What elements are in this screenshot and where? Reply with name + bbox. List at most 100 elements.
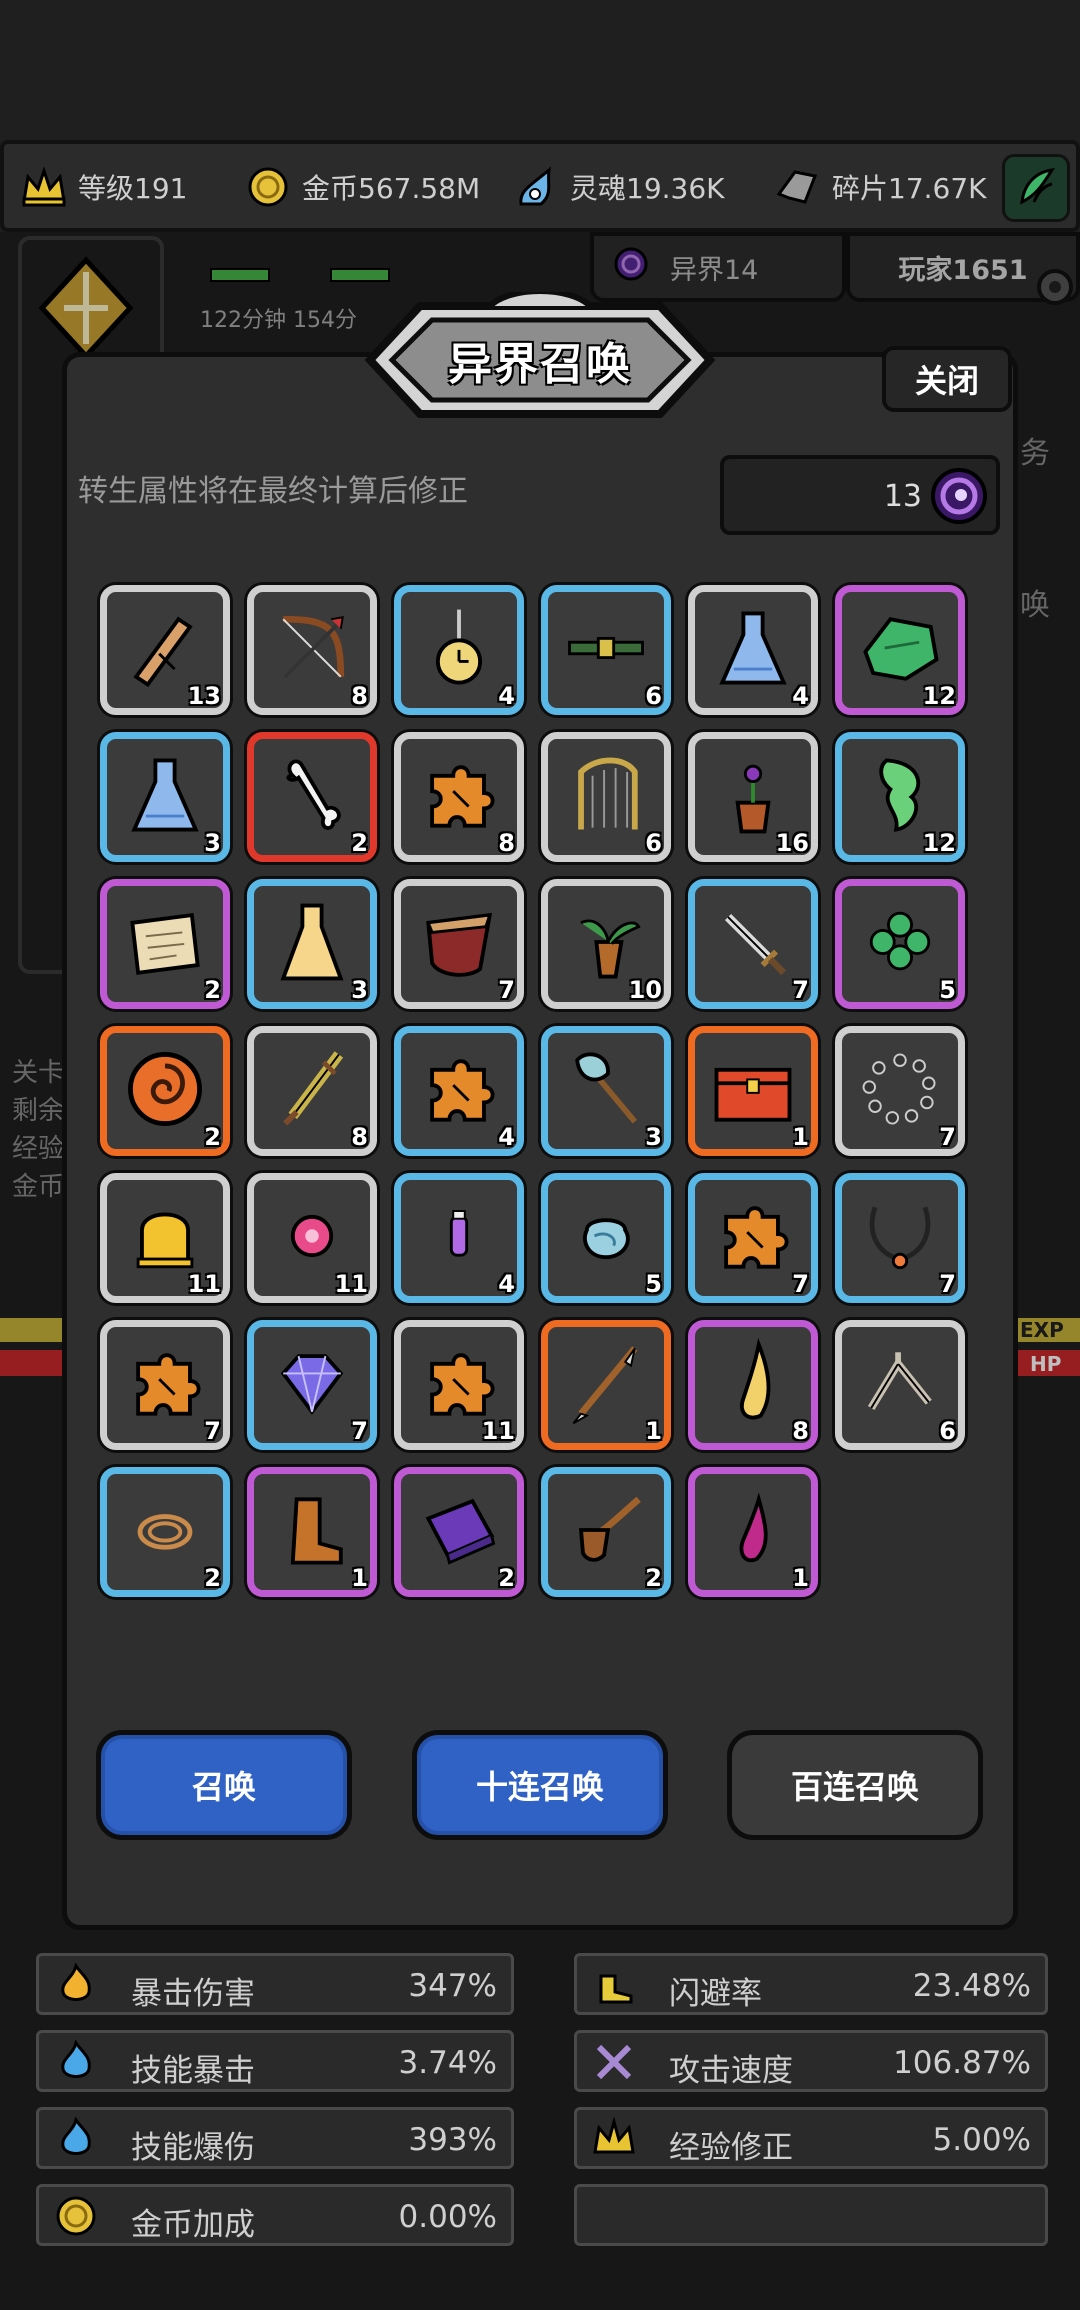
item-count: 10 [628, 976, 662, 1004]
stat-value: 347% [408, 1968, 497, 2004]
stat-value: 393% [408, 2122, 497, 2158]
item-count: 12 [922, 682, 956, 710]
item-count: 2 [351, 829, 368, 857]
summon-button[interactable]: 召唤 [96, 1730, 352, 1840]
item-count: 6 [645, 829, 662, 857]
reward-item-slot[interactable]: 7 [100, 1320, 230, 1450]
shard-resource: 碎片17.67K [772, 162, 987, 212]
reward-item-slot[interactable]: 8 [394, 732, 524, 862]
item-count: 1 [645, 1417, 662, 1445]
reward-item-slot[interactable]: 7 [835, 1026, 965, 1156]
stat-value: 23.48% [912, 1968, 1031, 2004]
rebirth-notice: 转生属性将在最终计算后修正 [78, 474, 468, 509]
shard-icon [772, 162, 824, 212]
shard-text: 碎片17.67K [832, 172, 987, 205]
item-count: 1 [792, 1564, 809, 1592]
item-count: 8 [498, 829, 515, 857]
item-count: 7 [351, 1417, 368, 1445]
close-button[interactable]: 关闭 [882, 346, 1012, 412]
reward-item-slot[interactable]: 12 [835, 585, 965, 715]
reward-item-slot[interactable]: 5 [541, 1173, 671, 1303]
item-count: 11 [187, 1270, 221, 1298]
item-count: 3 [204, 829, 221, 857]
reward-item-slot[interactable]: 11 [100, 1173, 230, 1303]
stat-value: 5.00% [932, 2122, 1031, 2158]
reward-item-slot[interactable]: 11 [394, 1320, 524, 1450]
leaf-menu-button[interactable] [1002, 154, 1070, 222]
reward-item-slot[interactable]: 7 [835, 1173, 965, 1303]
item-count: 4 [498, 1123, 515, 1151]
item-count: 2 [645, 1564, 662, 1592]
reward-item-slot[interactable]: 7 [688, 1173, 818, 1303]
stat-value: 3.74% [398, 2045, 497, 2081]
item-count: 7 [939, 1270, 956, 1298]
stat-label: 金币加成 [131, 2207, 255, 2243]
item-count: 8 [351, 682, 368, 710]
reward-item-slot[interactable]: 1 [247, 1467, 377, 1597]
stat-row: 经验修正 5.00% [574, 2107, 1048, 2169]
reward-item-slot[interactable]: 7 [247, 1320, 377, 1450]
stat-value: 0.00% [398, 2199, 497, 2235]
gold-text: 金币567.58M [302, 172, 481, 205]
reward-item-slot[interactable]: 6 [541, 732, 671, 862]
item-count: 1 [351, 1564, 368, 1592]
summon-10-button[interactable]: 十连召唤 [412, 1730, 668, 1840]
blue-flame-icon [53, 2116, 99, 2162]
reward-item-slot[interactable]: 1 [688, 1467, 818, 1597]
reward-item-slot[interactable]: 2 [394, 1467, 524, 1597]
item-count: 13 [187, 682, 221, 710]
item-count: 4 [498, 682, 515, 710]
reward-item-slot[interactable]: 3 [247, 879, 377, 1009]
item-count: 3 [645, 1123, 662, 1151]
reward-item-slot[interactable]: 1 [688, 1026, 818, 1156]
reward-item-slot[interactable]: 13 [100, 585, 230, 715]
reward-item-slot[interactable]: 8 [247, 1026, 377, 1156]
item-count: 8 [792, 1417, 809, 1445]
stat-row: 金币加成 0.00% [36, 2184, 514, 2246]
reward-item-slot[interactable]: 2 [247, 732, 377, 862]
stat-row: 攻击速度 106.87% [574, 2030, 1048, 2092]
level-resource: 等级191 [18, 162, 187, 212]
reward-item-slot[interactable]: 11 [247, 1173, 377, 1303]
item-count: 12 [922, 829, 956, 857]
reward-item-slot[interactable]: 6 [835, 1320, 965, 1450]
reward-item-slot[interactable]: 2 [100, 879, 230, 1009]
reward-item-slot[interactable]: 12 [835, 732, 965, 862]
blue-flame-icon [53, 2039, 99, 2085]
stat-label: 闪避率 [669, 1976, 762, 2012]
reward-item-slot[interactable]: 8 [247, 585, 377, 715]
reward-item-slot[interactable]: 2 [100, 1026, 230, 1156]
modal-title: 异界召唤 [448, 339, 632, 390]
summon-100-button[interactable]: 百连召唤 [727, 1730, 983, 1840]
item-count: 6 [645, 682, 662, 710]
reward-item-slot[interactable]: 4 [394, 585, 524, 715]
reward-item-slot[interactable]: 7 [394, 879, 524, 1009]
reward-item-slot[interactable]: 3 [541, 1026, 671, 1156]
reward-item-slot[interactable]: 16 [688, 732, 818, 862]
reward-item-slot[interactable]: 5 [835, 879, 965, 1009]
item-count: 16 [775, 829, 809, 857]
reward-item-slot[interactable]: 3 [100, 732, 230, 862]
stat-row: 技能爆伤 393% [36, 2107, 514, 2169]
reward-item-slot[interactable]: 6 [541, 585, 671, 715]
stat-row: 暴击伤害 347% [36, 1953, 514, 2015]
item-count: 2 [204, 1564, 221, 1592]
reward-item-slot[interactable]: 2 [100, 1467, 230, 1597]
reward-item-slot[interactable]: 4 [394, 1173, 524, 1303]
summon-currency-display: 13 [720, 455, 1000, 535]
reward-item-slot[interactable]: 4 [394, 1026, 524, 1156]
reward-item-slot[interactable]: 7 [688, 879, 818, 1009]
soul-text: 灵魂19.36K [570, 172, 725, 205]
reward-item-slot[interactable]: 10 [541, 879, 671, 1009]
reward-item-slot[interactable]: 8 [688, 1320, 818, 1450]
item-count: 5 [939, 976, 956, 1004]
item-count: 3 [351, 976, 368, 1004]
item-count: 7 [939, 1123, 956, 1151]
crown-icon [591, 2116, 637, 2162]
reward-item-slot[interactable]: 4 [688, 585, 818, 715]
reward-item-slot[interactable]: 2 [541, 1467, 671, 1597]
stat-row: 闪避率 23.48% [574, 1953, 1048, 2015]
stat-row [574, 2184, 1048, 2246]
item-count: 2 [498, 1564, 515, 1592]
reward-item-slot[interactable]: 1 [541, 1320, 671, 1450]
